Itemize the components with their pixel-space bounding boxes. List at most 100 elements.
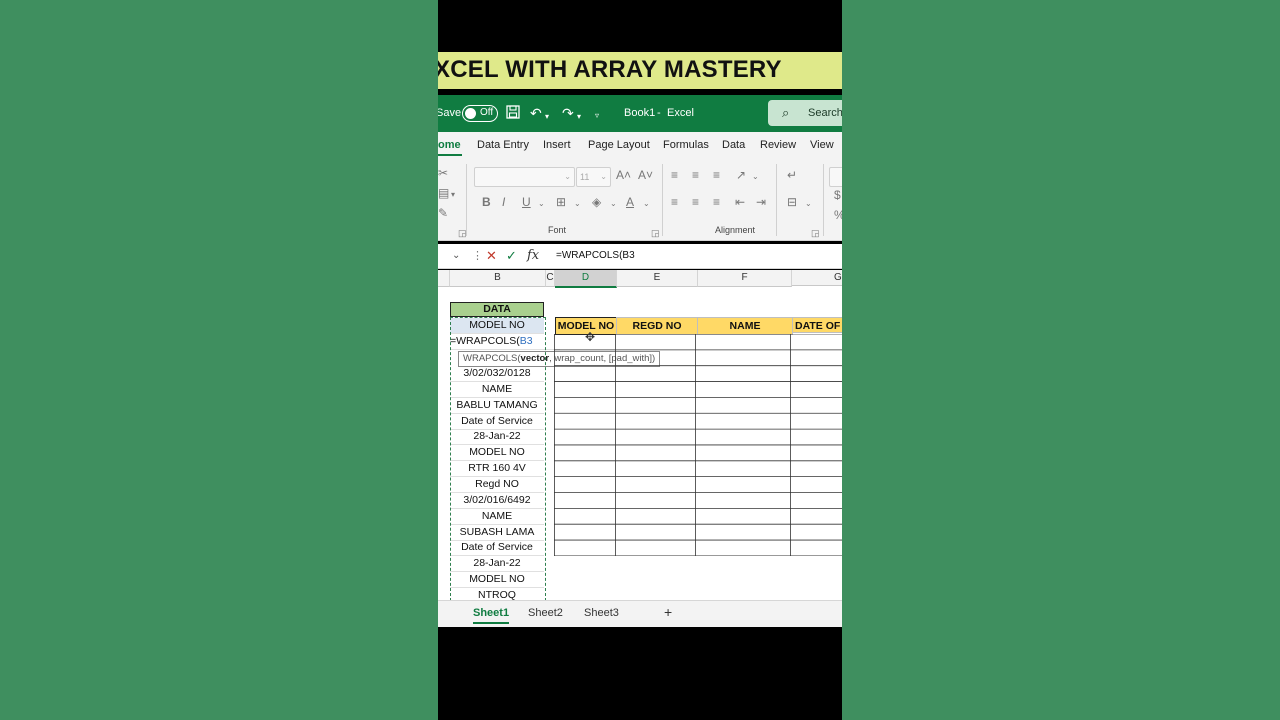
output-header-regd-no[interactable]: REGD NO — [616, 317, 698, 335]
paste-dropdown-icon[interactable]: ▾ — [451, 188, 455, 202]
corner-header[interactable] — [438, 270, 450, 287]
bottom-align-icon[interactable]: ≡ — [713, 168, 720, 182]
orientation-icon[interactable]: ↗ — [736, 168, 746, 182]
column-b-cell[interactable]: NAME — [450, 382, 544, 398]
column-b-cell[interactable]: Date of Service — [450, 414, 544, 430]
borders-icon[interactable]: ⊞ — [556, 195, 566, 209]
cut-icon[interactable]: ✂ — [438, 166, 448, 180]
wrap-text-icon[interactable]: ↵ — [787, 168, 797, 182]
column-header-f[interactable]: F — [698, 270, 792, 287]
font-color-dropdown-icon[interactable]: ⌄ — [643, 197, 650, 211]
customize-toolbar-icon[interactable]: ▿ — [595, 108, 599, 124]
column-header-d[interactable]: D — [555, 270, 617, 288]
column-b-cell[interactable]: MODEL NO — [450, 572, 544, 589]
sheet-tab-1[interactable]: Sheet1 — [473, 607, 509, 619]
italic-button[interactable]: I — [502, 195, 505, 209]
editing-formula-ref: B3 — [519, 335, 533, 347]
screen-recording: XCEL WITH ARRAY MASTERY Save Off ↶ ▾ ↷ ▾… — [438, 0, 842, 720]
more-options-icon[interactable]: ⋮ — [472, 249, 483, 262]
undo-icon[interactable]: ↶ — [530, 105, 542, 121]
tab-review[interactable]: Review — [760, 139, 796, 151]
column-b-cell[interactable]: BABLU TAMANG — [450, 398, 544, 414]
formula-input[interactable]: =WRAPCOLS(B3 — [556, 250, 635, 261]
title-bar: Save Off ↶ ▾ ↷ ▾ ▿ Book1 - Excel ⌕ Searc… — [438, 95, 842, 132]
worksheet-grid[interactable]: B C D E F G DATA MODEL NO =WRAPCOLS(B3 W… — [438, 270, 842, 600]
underline-button[interactable]: U — [522, 195, 531, 209]
tab-insert[interactable]: Insert — [543, 139, 571, 151]
insert-function-icon[interactable]: fx — [527, 248, 539, 263]
tab-data-entry[interactable]: Data Entry — [477, 139, 529, 151]
fill-color-dropdown-icon[interactable]: ⌄ — [610, 197, 617, 211]
currency-icon[interactable]: $ — [834, 188, 841, 202]
tab-view[interactable]: View — [810, 139, 834, 151]
search-box[interactable]: ⌕ Search — [768, 100, 842, 126]
number-format-dropdown[interactable] — [829, 167, 842, 187]
column-header-g[interactable]: G — [792, 270, 842, 286]
sheet-tab-3[interactable]: Sheet3 — [584, 607, 619, 619]
merge-center-icon[interactable]: ⊟ — [787, 195, 797, 209]
align-right-icon[interactable]: ≡ — [713, 195, 720, 209]
merge-dropdown-icon[interactable]: ⌄ — [805, 197, 812, 211]
sheet-tab-2[interactable]: Sheet2 — [528, 607, 563, 619]
column-b-cell[interactable]: 3/02/032/0128 — [450, 366, 544, 382]
fill-color-icon[interactable]: ◈ — [592, 195, 601, 209]
redo-dropdown-icon[interactable]: ▾ — [577, 109, 581, 125]
font-launcher-icon[interactable]: ◲ — [651, 226, 660, 240]
alignment-launcher-icon[interactable]: ◲ — [811, 226, 820, 240]
tab-formulas[interactable]: Formulas — [663, 139, 709, 151]
column-header-e[interactable]: E — [617, 270, 698, 287]
autosave-toggle[interactable]: Off — [462, 105, 498, 122]
enter-icon[interactable]: ✓ — [506, 248, 517, 264]
column-b-cell[interactable]: RTR 160 4V — [450, 461, 544, 478]
align-left-icon[interactable]: ≡ — [671, 195, 678, 209]
column-b-cell[interactable]: Regd NO — [450, 477, 544, 493]
decrease-indent-icon[interactable]: ⇤ — [735, 195, 745, 209]
name-box-dropdown-icon[interactable]: ⌄ — [452, 250, 460, 261]
column-b-cell[interactable]: 28-Jan-22 — [450, 429, 544, 446]
orientation-dropdown-icon[interactable]: ⌄ — [752, 170, 759, 184]
tab-page-layout[interactable]: Page Layout — [588, 139, 650, 151]
toggle-knob — [465, 108, 476, 119]
title-separator: - — [657, 107, 661, 119]
bold-button[interactable]: B — [482, 195, 491, 209]
add-sheet-button[interactable]: + — [664, 604, 672, 620]
column-b-cell[interactable]: SUBASH LAMA — [450, 525, 544, 541]
format-painter-icon[interactable]: ✎ — [438, 206, 448, 220]
autosave-label: Save — [438, 107, 462, 119]
column-b-cell[interactable]: MODEL NO — [450, 445, 544, 462]
column-b-cell[interactable]: Date of Service — [450, 540, 544, 557]
column-b-cell[interactable]: 28-Jan-22 — [450, 556, 544, 573]
column-b-cell[interactable]: NTROQ — [450, 588, 544, 600]
font-name-dropdown[interactable]: ⌄ — [474, 167, 575, 187]
top-align-icon[interactable]: ≡ — [671, 168, 678, 182]
paste-icon[interactable]: ▤ — [438, 186, 449, 200]
increase-font-icon[interactable]: A˄ — [616, 168, 631, 182]
tab-home[interactable]: ome — [438, 139, 461, 151]
cancel-icon[interactable]: ✕ — [486, 248, 497, 264]
font-size-dropdown[interactable]: 11 ⌄ — [576, 167, 611, 187]
redo-icon[interactable]: ↷ — [562, 105, 574, 121]
column-b-cell[interactable]: 3/02/016/6492 — [450, 493, 544, 509]
active-tab-underline — [438, 154, 462, 156]
editing-cell[interactable]: =WRAPCOLS(B3 — [450, 334, 560, 350]
increase-indent-icon[interactable]: ⇥ — [756, 195, 766, 209]
middle-align-icon[interactable]: ≡ — [692, 168, 699, 182]
editing-formula-text: =WRAPCOLS( — [450, 335, 520, 347]
column-header-c[interactable]: C — [546, 270, 555, 287]
font-color-icon[interactable]: A — [626, 195, 634, 209]
output-header-date[interactable]: DATE OF S — [792, 317, 842, 333]
decrease-font-icon[interactable]: A˅ — [638, 168, 653, 182]
save-icon[interactable] — [506, 105, 520, 122]
ribbon-separator — [776, 164, 777, 236]
undo-dropdown-icon[interactable]: ▾ — [545, 109, 549, 125]
underline-dropdown-icon[interactable]: ⌄ — [538, 197, 545, 211]
column-b-cell[interactable]: NAME — [450, 509, 544, 525]
cell-b2[interactable]: MODEL NO — [450, 318, 544, 334]
tab-data[interactable]: Data — [722, 139, 745, 151]
percent-icon[interactable]: % — [834, 208, 842, 222]
column-header-b[interactable]: B — [450, 270, 546, 287]
borders-dropdown-icon[interactable]: ⌄ — [574, 197, 581, 211]
align-center-icon[interactable]: ≡ — [692, 195, 699, 209]
output-header-name[interactable]: NAME — [697, 317, 793, 335]
data-header-cell[interactable]: DATA — [450, 302, 544, 317]
